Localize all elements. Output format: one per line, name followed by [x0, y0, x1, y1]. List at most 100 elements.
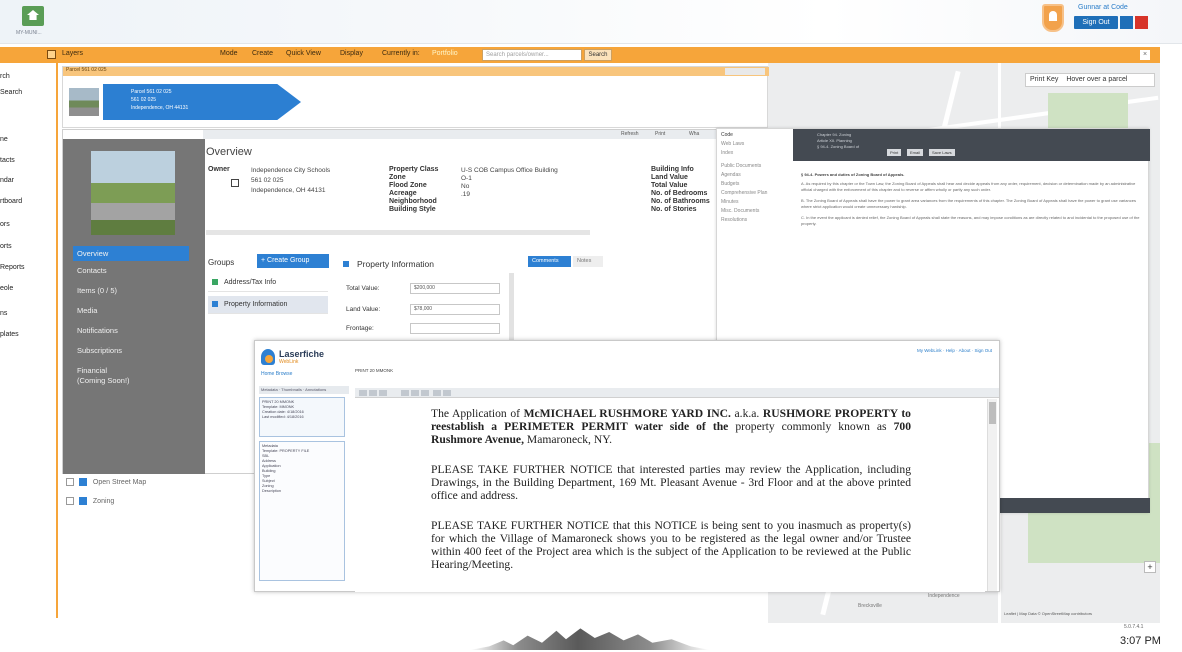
viewer-tool-button[interactable]	[369, 390, 377, 396]
doc-info-line: Last modified: 4/18/2016	[262, 415, 304, 419]
layer-icon	[78, 497, 87, 505]
create-group-button[interactable]: + Create Group	[257, 254, 329, 268]
total-value-field[interactable]: $200,000	[410, 283, 500, 294]
layer-row-zoning[interactable]: Zoning	[66, 497, 114, 505]
group-row-address[interactable]: Address/Tax Info	[208, 274, 328, 292]
code-nav-item[interactable]: Web Laws	[721, 140, 787, 149]
tab-comments[interactable]: Comments	[528, 256, 571, 267]
layers-icon[interactable]	[47, 50, 56, 59]
frontage-field[interactable]	[410, 323, 500, 334]
close-icon[interactable]: ×	[1140, 50, 1150, 60]
layer-icon	[78, 478, 87, 486]
sidebar-item-subscriptions[interactable]: Subscriptions	[77, 346, 122, 355]
user-badge-icon[interactable]	[1042, 4, 1064, 32]
sign-out-button[interactable]: Sign Out	[1074, 16, 1118, 29]
doc-text: a.k.a.	[730, 407, 763, 420]
code-nav-item[interactable]: Resolutions	[721, 216, 787, 225]
parcel-breadcrumb[interactable]: Parcel 561 02 025 561 02 025 Independenc…	[103, 84, 301, 120]
owner-name[interactable]: Independence City Schools	[251, 167, 330, 174]
toolbar-current-mode[interactable]: Portfolio	[432, 50, 458, 57]
print-key-button[interactable]: Print Key	[1030, 76, 1058, 83]
print-button[interactable]: Print	[655, 131, 665, 137]
code-print-button[interactable]: Print	[887, 149, 902, 156]
code-nav-item[interactable]: Minutes	[721, 198, 787, 207]
whats-new-button[interactable]: Wha	[689, 131, 699, 137]
street-photo[interactable]	[91, 151, 175, 235]
viewer-tool-button[interactable]	[359, 390, 367, 396]
left-nav-item[interactable]: ns	[0, 310, 7, 317]
toolbar-current-label: Currently in:	[382, 50, 420, 57]
toolbar-display[interactable]: Display	[340, 50, 363, 57]
toolbar-create[interactable]: Create	[252, 50, 273, 57]
viewer-tool-button[interactable]	[421, 390, 429, 396]
search-button[interactable]: Search	[584, 49, 612, 61]
sidebar-item-overview[interactable]: Overview	[73, 246, 189, 261]
metadata-line: Description	[262, 489, 281, 493]
horizontal-scrollbar[interactable]	[206, 230, 590, 235]
code-save-button[interactable]: Save Laws	[929, 149, 955, 156]
code-nav-item[interactable]: Code	[721, 131, 787, 140]
document-scrollbar[interactable]	[987, 399, 997, 591]
layer-checkbox[interactable]	[66, 497, 74, 505]
laserfiche-brand: Laserfiche	[279, 349, 325, 359]
parcel-thumbnail[interactable]	[69, 88, 99, 116]
toolbar-quick-view[interactable]: Quick View	[286, 50, 321, 57]
land-value-field[interactable]: $78,000	[410, 304, 500, 315]
left-nav-item[interactable]: plates	[0, 331, 19, 338]
left-nav-item[interactable]: ors	[0, 221, 10, 228]
left-nav-item[interactable]: Reports	[0, 264, 25, 271]
sidebar-item-items[interactable]: Items (0 / 5)	[77, 286, 117, 295]
version-label: 5.0.7.4.1	[1124, 624, 1144, 630]
viewer-tool-button[interactable]	[379, 390, 387, 396]
building-label: Building Info	[651, 166, 694, 173]
laserfiche-top-links[interactable]: My WebLink · Help · About · Sign Out	[917, 348, 992, 353]
left-nav-item[interactable]: orts	[0, 243, 12, 250]
window-controls[interactable]	[725, 68, 765, 75]
code-nav-item[interactable]: Agendas	[721, 171, 787, 180]
refresh-button[interactable]: Refresh	[621, 131, 639, 137]
viewer-tool-button[interactable]	[443, 390, 451, 396]
skyline-image	[470, 628, 710, 650]
map-place-label: Independence	[928, 593, 960, 599]
app-logo[interactable]	[22, 6, 44, 26]
layer-row-osm[interactable]: Open Street Map	[66, 478, 146, 486]
metadata-tabs[interactable]: Metadata · Thumbnails · Annotations	[259, 386, 349, 394]
settings-icon[interactable]	[1120, 16, 1133, 29]
viewer-tool-button[interactable]	[433, 390, 441, 396]
left-nav-item[interactable]: ndar	[0, 177, 14, 184]
code-nav-item[interactable]: Budgets	[721, 180, 787, 189]
code-nav-item[interactable]: Misc. Documents	[721, 207, 787, 216]
left-nav-item[interactable]: tacts	[0, 157, 15, 164]
code-nav-item[interactable]: Comprehensive Plan	[721, 189, 787, 198]
document-title: PRINT 20 MMONK	[355, 368, 394, 373]
document-scroll-thumb[interactable]	[989, 402, 996, 424]
group-row-property[interactable]: Property Information	[208, 296, 328, 314]
left-nav-item[interactable]: rtboard	[0, 198, 22, 205]
layer-checkbox[interactable]	[66, 478, 74, 486]
toolbar-layers[interactable]: Layers	[62, 50, 83, 57]
laserfiche-logo-icon[interactable]	[261, 349, 275, 365]
app-header: MY-MUNI... Gunnar at Code Sign Out	[0, 0, 1182, 44]
left-nav-item[interactable]: rch	[0, 73, 10, 80]
viewer-tool-button[interactable]	[411, 390, 419, 396]
sidebar-item-notifications[interactable]: Notifications	[77, 326, 118, 335]
left-nav-item[interactable]: Search	[0, 89, 22, 96]
document-page[interactable]: The Application of McMICHAEL RUSHMORE YA…	[355, 399, 985, 592]
viewer-tool-button[interactable]	[401, 390, 409, 396]
search-input[interactable]: Search parcels/owner...	[482, 49, 582, 61]
tab-notes[interactable]: Notes	[573, 256, 603, 267]
toolbar-mode[interactable]: Mode	[220, 50, 238, 57]
help-icon[interactable]	[1135, 16, 1148, 29]
code-email-button[interactable]: Email	[907, 149, 924, 156]
sidebar-item-financial[interactable]: Financial	[77, 366, 107, 375]
laserfiche-links[interactable]: Home Browse	[261, 371, 292, 377]
code-paragraph: A. As required by this chapter or the To…	[801, 181, 1136, 192]
code-nav-item[interactable]: Public Documents	[721, 162, 787, 171]
map-zoom-button[interactable]: +	[1144, 561, 1156, 573]
left-nav-item[interactable]: eole	[0, 285, 13, 292]
left-nav-item[interactable]: ne	[0, 136, 8, 143]
user-name[interactable]: Gunnar at Code	[1078, 4, 1128, 11]
sidebar-item-contacts[interactable]: Contacts	[77, 266, 107, 275]
sidebar-item-media[interactable]: Media	[77, 306, 97, 315]
code-nav-item[interactable]: Index	[721, 149, 787, 158]
